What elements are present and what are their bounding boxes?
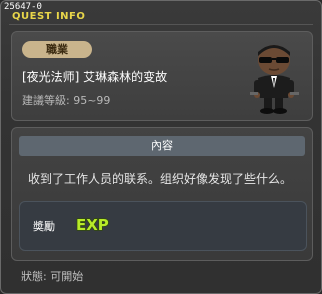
quest-description: 收到了工作人员的联系。组织好像发现了些什么。 (28, 172, 293, 186)
job-badge: 職業 (22, 41, 92, 58)
title-divider (9, 24, 313, 25)
npc-portrait-icon (250, 45, 299, 114)
quest-summary-panel: 職業 [夜光法师] 艾琳森林的变故 建議等級: 95~99 (11, 31, 313, 121)
quest-info-window: 25647-0 QUEST INFO 職業 [夜光法师] 艾琳森林的变故 建議等… (0, 0, 322, 294)
quest-content-panel: 內容 收到了工作人员的联系。组织好像发现了些什么。 奬勵 EXP (11, 127, 313, 261)
reward-label: 奬勵 (33, 220, 55, 233)
quest-status: 狀態: 可開始 (21, 270, 84, 283)
window-title: QUEST INFO (12, 11, 86, 22)
recommended-level: 建議等級: 95~99 (22, 94, 111, 107)
exp-reward-icon[interactable]: EXP (75, 212, 109, 236)
quest-name: [夜光法师] 艾琳森林的变故 (22, 70, 168, 84)
reward-panel: 奬勵 EXP (19, 201, 307, 251)
exp-icon-text: EXP (76, 216, 109, 234)
content-header: 內容 (19, 136, 305, 156)
